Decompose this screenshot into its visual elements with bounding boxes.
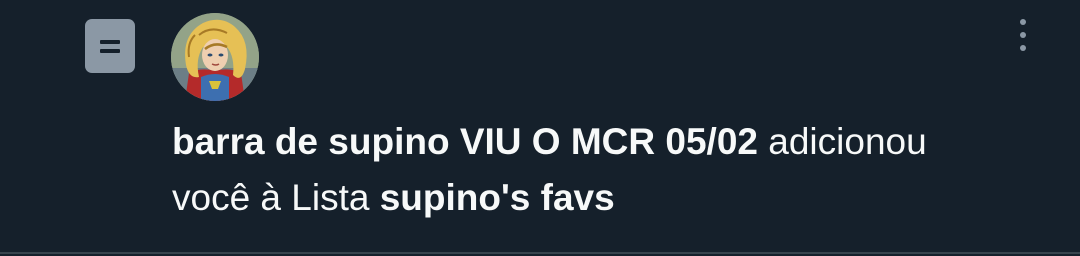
user-avatar[interactable]: [171, 13, 259, 101]
action-text-2: você à Lista: [172, 177, 380, 218]
notification-text: barra de supino VIU O MCR 05/02 adiciono…: [172, 114, 1052, 226]
more-vertical-icon: [1020, 19, 1026, 25]
list-icon: [85, 19, 135, 73]
user-name-link[interactable]: barra de supino VIU O MCR 05/02: [172, 121, 758, 162]
list-added-notification[interactable]: barra de supino VIU O MCR 05/02 adiciono…: [0, 0, 1080, 254]
list-name-link[interactable]: supino's favs: [380, 177, 615, 218]
action-text-1: adicionou: [757, 121, 927, 162]
more-options-button[interactable]: [1000, 14, 1048, 58]
